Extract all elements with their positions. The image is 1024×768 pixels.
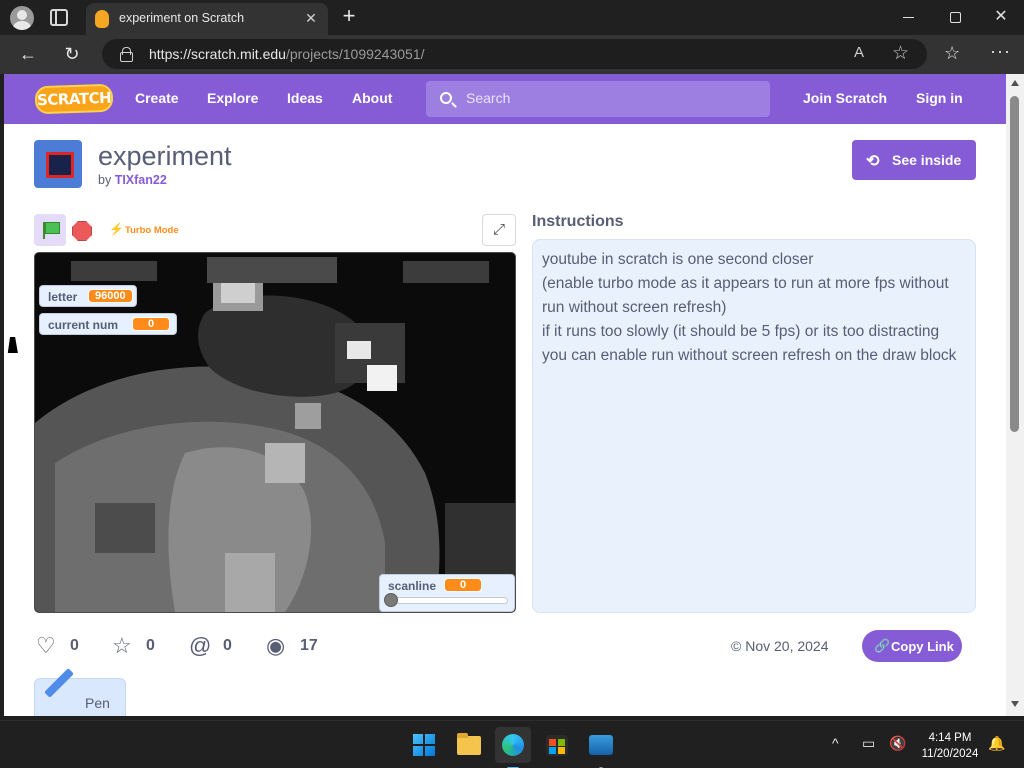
tab-title: experiment on Scratch	[119, 11, 245, 25]
taskbar-clock[interactable]: 4:14 PM 11/20/2024	[918, 730, 982, 762]
scanline-slider-track[interactable]	[388, 597, 508, 604]
file-explorer-icon[interactable]	[451, 727, 487, 763]
star-icon: ☆	[112, 633, 132, 658]
edge-browser-icon[interactable]	[495, 727, 531, 768]
start-menu-icon[interactable]	[406, 727, 442, 763]
profile-avatar-icon[interactable]	[10, 6, 34, 30]
monitor-scanline-value: 0	[444, 578, 482, 592]
browser-tab-bar: experiment on Scratch ✕ + ✕	[0, 0, 1024, 35]
copy-link-button[interactable]: 🔗 Copy Link	[862, 630, 962, 662]
heart-icon: ♡	[36, 633, 56, 658]
url-host: https://scratch.mit.edu	[149, 46, 286, 62]
project-thumbnail	[34, 140, 82, 188]
url-text[interactable]: https://scratch.mit.edu/projects/1099243…	[149, 46, 425, 62]
read-aloud-icon[interactable]: A	[854, 44, 864, 61]
scroll-up-arrow-icon[interactable]	[1011, 80, 1019, 86]
url-path: /projects/1099243051/	[285, 46, 425, 62]
monitor-letter[interactable]: letter 96000	[39, 285, 137, 307]
monitor-letter-label: letter	[48, 290, 78, 304]
byline-prefix: by	[98, 173, 112, 187]
see-inside-label: See inside	[892, 152, 962, 168]
restore-window-button[interactable]	[940, 4, 970, 30]
search-box[interactable]	[426, 81, 770, 117]
more-options-icon[interactable]: ···	[990, 41, 1011, 62]
eye-icon: ◉	[266, 633, 286, 658]
see-inside-button[interactable]: ⟲ See inside	[852, 140, 976, 180]
project-title: experiment	[98, 141, 232, 171]
new-tab-button[interactable]: +	[337, 4, 361, 28]
monitor-current-num[interactable]: current num 0	[39, 313, 177, 335]
remix-icon: @	[189, 633, 212, 658]
turbo-mode-label: Turbo Mode	[125, 225, 179, 236]
display-icon[interactable]: ▭	[862, 735, 875, 752]
browser-address-bar: ← ↻ https://scratch.mit.edu/projects/109…	[0, 35, 1024, 74]
author-link[interactable]: TIXfan22	[115, 173, 167, 187]
instructions-heading: Instructions	[532, 213, 624, 230]
fullscreen-button[interactable]: ⤢	[482, 214, 516, 246]
monitor-scanline[interactable]: scanline 0	[379, 574, 515, 612]
close-tab-icon[interactable]: ✕	[302, 9, 320, 27]
copyright-icon: ©	[731, 638, 742, 654]
views-count: 17	[300, 637, 318, 654]
instructions-line: if it runs too slowly (it should be 5 fp…	[542, 323, 957, 364]
refresh-button[interactable]: ↻	[58, 41, 86, 67]
scratch-navbar: SCRATCH Create Explore Ideas About Join …	[4, 74, 1006, 124]
nav-about[interactable]: About	[352, 90, 392, 106]
pen-extension-tag: Pen	[34, 668, 126, 716]
tray-overflow-chevron-icon[interactable]: ^	[832, 735, 839, 751]
love-count: 0	[70, 637, 79, 654]
scrollbar-thumb[interactable]	[1010, 96, 1019, 432]
photos-app-icon[interactable]	[583, 727, 619, 768]
scratch-favicon-icon	[95, 10, 109, 28]
microsoft-store-icon[interactable]	[539, 727, 575, 763]
close-window-button[interactable]: ✕	[986, 4, 1016, 30]
share-date: © Nov 20, 2024	[731, 638, 829, 654]
nav-ideas[interactable]: Ideas	[287, 90, 323, 106]
lock-icon[interactable]	[120, 47, 133, 62]
windows-taskbar: ^ ▭ 🔇 4:14 PM 11/20/2024 🔔	[0, 720, 1024, 768]
project-byline: by TIXfan22	[98, 173, 167, 187]
copy-link-label: Copy Link	[891, 639, 954, 654]
link-icon: 🔗	[874, 638, 891, 653]
browser-tab-active[interactable]: experiment on Scratch ✕	[86, 3, 328, 35]
pen-extension-label: Pen	[85, 695, 110, 711]
remix-count: 0	[223, 637, 232, 654]
clock-time: 4:14 PM	[928, 732, 972, 744]
instructions-box: youtube in scratch is one second closer …	[532, 239, 976, 613]
scroll-down-arrow-icon[interactable]	[1011, 701, 1019, 707]
nav-explore[interactable]: Explore	[207, 90, 258, 106]
share-date-text: Nov 20, 2024	[745, 638, 829, 654]
favorites-icon[interactable]: ☆	[944, 43, 960, 64]
minimize-window-button[interactable]	[894, 4, 924, 30]
page-scrollbar[interactable]	[1006, 74, 1024, 716]
join-scratch-link[interactable]: Join Scratch	[803, 90, 887, 106]
favorite-count: 0	[146, 637, 155, 654]
clock-date: 11/20/2024	[921, 748, 979, 760]
pen-icon	[44, 668, 74, 698]
url-field[interactable]: https://scratch.mit.edu/projects/1099243…	[102, 39, 927, 69]
search-icon	[440, 92, 452, 104]
back-button[interactable]: ←	[14, 41, 42, 67]
tab-actions-icon[interactable]	[50, 9, 68, 26]
sign-in-link[interactable]: Sign in	[916, 90, 963, 106]
turbo-lightning-icon: ⚡	[109, 222, 124, 236]
monitor-current-num-label: current num	[48, 318, 119, 332]
nav-create[interactable]: Create	[135, 90, 179, 106]
search-input[interactable]	[466, 90, 756, 106]
scratch-logo[interactable]: SCRATCH	[34, 83, 114, 115]
instructions-line: youtube in scratch is one second closer	[542, 251, 814, 268]
project-stage[interactable]: letter 96000 current num 0 scanline 0	[34, 252, 516, 613]
see-inside-icon: ⟲	[866, 153, 880, 170]
add-favorite-star-icon[interactable]: ☆	[892, 42, 909, 65]
instructions-line: (enable turbo mode as it appears to run …	[542, 275, 949, 316]
monitor-letter-value: 96000	[88, 289, 133, 303]
green-flag-button[interactable]	[34, 214, 66, 246]
scanline-slider-thumb[interactable]	[384, 593, 398, 607]
monitor-scanline-label: scanline	[388, 579, 437, 593]
monitor-current-num-value: 0	[132, 317, 170, 331]
notification-bell-icon[interactable]: 🔔	[988, 735, 1005, 752]
page-viewport: SCRATCH Create Explore Ideas About Join …	[4, 74, 1006, 716]
volume-muted-icon[interactable]: 🔇	[889, 735, 906, 752]
stop-button[interactable]	[72, 221, 92, 241]
